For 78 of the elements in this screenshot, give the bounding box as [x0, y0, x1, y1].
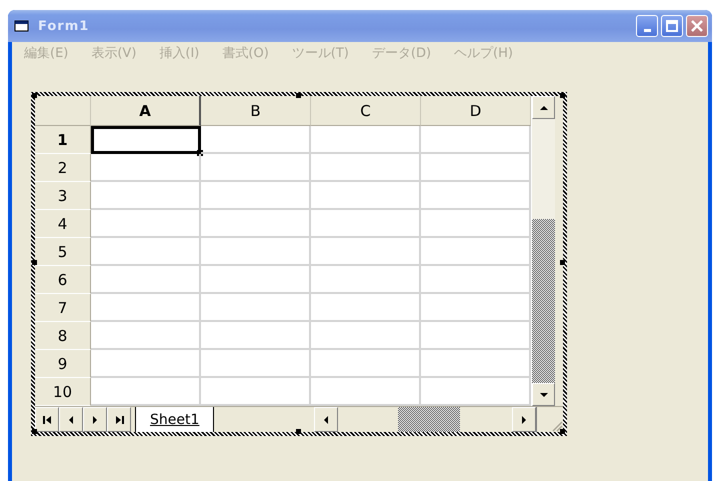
table-cell[interactable] — [311, 154, 421, 182]
right-arrow-icon — [91, 416, 99, 424]
table-cell[interactable] — [311, 182, 421, 210]
resize-handle[interactable] — [296, 429, 301, 434]
column-header[interactable]: B — [201, 96, 311, 126]
table-cell[interactable] — [311, 350, 421, 378]
resize-handle[interactable] — [32, 429, 37, 434]
table-cell[interactable] — [201, 350, 311, 378]
down-arrow-icon — [540, 390, 548, 398]
table-cell[interactable] — [91, 210, 201, 238]
selected-cell[interactable] — [91, 126, 201, 154]
table-cell[interactable] — [311, 266, 421, 294]
row-header[interactable]: 1 — [35, 126, 91, 154]
resize-handle[interactable] — [560, 429, 565, 434]
row-header[interactable]: 2 — [35, 154, 91, 182]
table-cell[interactable] — [201, 126, 311, 154]
maximize-button[interactable] — [661, 15, 683, 37]
row-header[interactable]: 9 — [35, 350, 91, 378]
row-header[interactable]: 5 — [35, 238, 91, 266]
previous-sheet-button[interactable] — [59, 407, 83, 432]
select-all-corner[interactable] — [35, 96, 91, 126]
resize-handle[interactable] — [296, 93, 301, 98]
column-header[interactable]: D — [421, 96, 531, 126]
maximize-icon — [666, 20, 678, 32]
table-cell[interactable] — [91, 182, 201, 210]
close-icon — [691, 20, 703, 32]
form-icon — [14, 19, 30, 33]
scroll-left-button[interactable] — [314, 407, 338, 432]
table-cell[interactable] — [91, 266, 201, 294]
row-header[interactable]: 8 — [35, 322, 91, 350]
left-arrow-icon — [67, 416, 75, 424]
window-title: Form1 — [38, 18, 90, 34]
vertical-scrollbar[interactable] — [532, 96, 555, 406]
scroll-down-button[interactable] — [532, 383, 555, 406]
table-cell[interactable] — [91, 238, 201, 266]
row-header[interactable]: 3 — [35, 182, 91, 210]
table-cell[interactable] — [91, 154, 201, 182]
resize-handle[interactable] — [560, 260, 565, 265]
table-cell[interactable] — [311, 294, 421, 322]
scroll-up-button[interactable] — [532, 96, 555, 119]
table-cell[interactable] — [201, 238, 311, 266]
table-cell[interactable] — [201, 266, 311, 294]
close-button[interactable] — [686, 15, 708, 37]
table-cell[interactable] — [311, 238, 421, 266]
table-cell[interactable] — [91, 322, 201, 350]
resize-handle[interactable] — [32, 93, 37, 98]
scroll-right-button[interactable] — [512, 407, 536, 432]
last-icon — [114, 416, 124, 424]
row-header[interactable]: 4 — [35, 210, 91, 238]
table-cell[interactable] — [311, 322, 421, 350]
table-cell[interactable] — [201, 154, 311, 182]
first-icon — [42, 416, 52, 424]
resize-handle[interactable] — [560, 93, 565, 98]
row-header[interactable]: 6 — [35, 266, 91, 294]
next-sheet-button[interactable] — [83, 407, 107, 432]
table-cell[interactable] — [201, 210, 311, 238]
scroll-thumb[interactable] — [532, 219, 555, 383]
right-arrow-icon — [520, 416, 528, 424]
up-arrow-icon — [540, 104, 548, 112]
horizontal-scroll-thumb[interactable] — [398, 407, 460, 432]
table-cell[interactable] — [311, 126, 421, 154]
resize-handle[interactable] — [32, 260, 37, 265]
sheet-tab[interactable]: Sheet1 — [135, 407, 214, 432]
table-cell[interactable] — [311, 210, 421, 238]
column-header[interactable]: C — [311, 96, 421, 126]
first-sheet-button[interactable] — [35, 407, 59, 432]
last-sheet-button[interactable] — [107, 407, 131, 432]
table-cell[interactable] — [91, 350, 201, 378]
left-arrow-icon — [322, 416, 330, 424]
column-header[interactable]: A — [91, 96, 201, 126]
row-header[interactable]: 10 — [35, 378, 91, 406]
minimize-icon — [644, 28, 650, 32]
row-header[interactable]: 7 — [35, 294, 91, 322]
table-cell[interactable] — [201, 322, 311, 350]
table-cell[interactable] — [91, 294, 201, 322]
table-cell[interactable] — [201, 294, 311, 322]
table-cell[interactable] — [201, 182, 311, 210]
minimize-button[interactable] — [636, 15, 658, 37]
